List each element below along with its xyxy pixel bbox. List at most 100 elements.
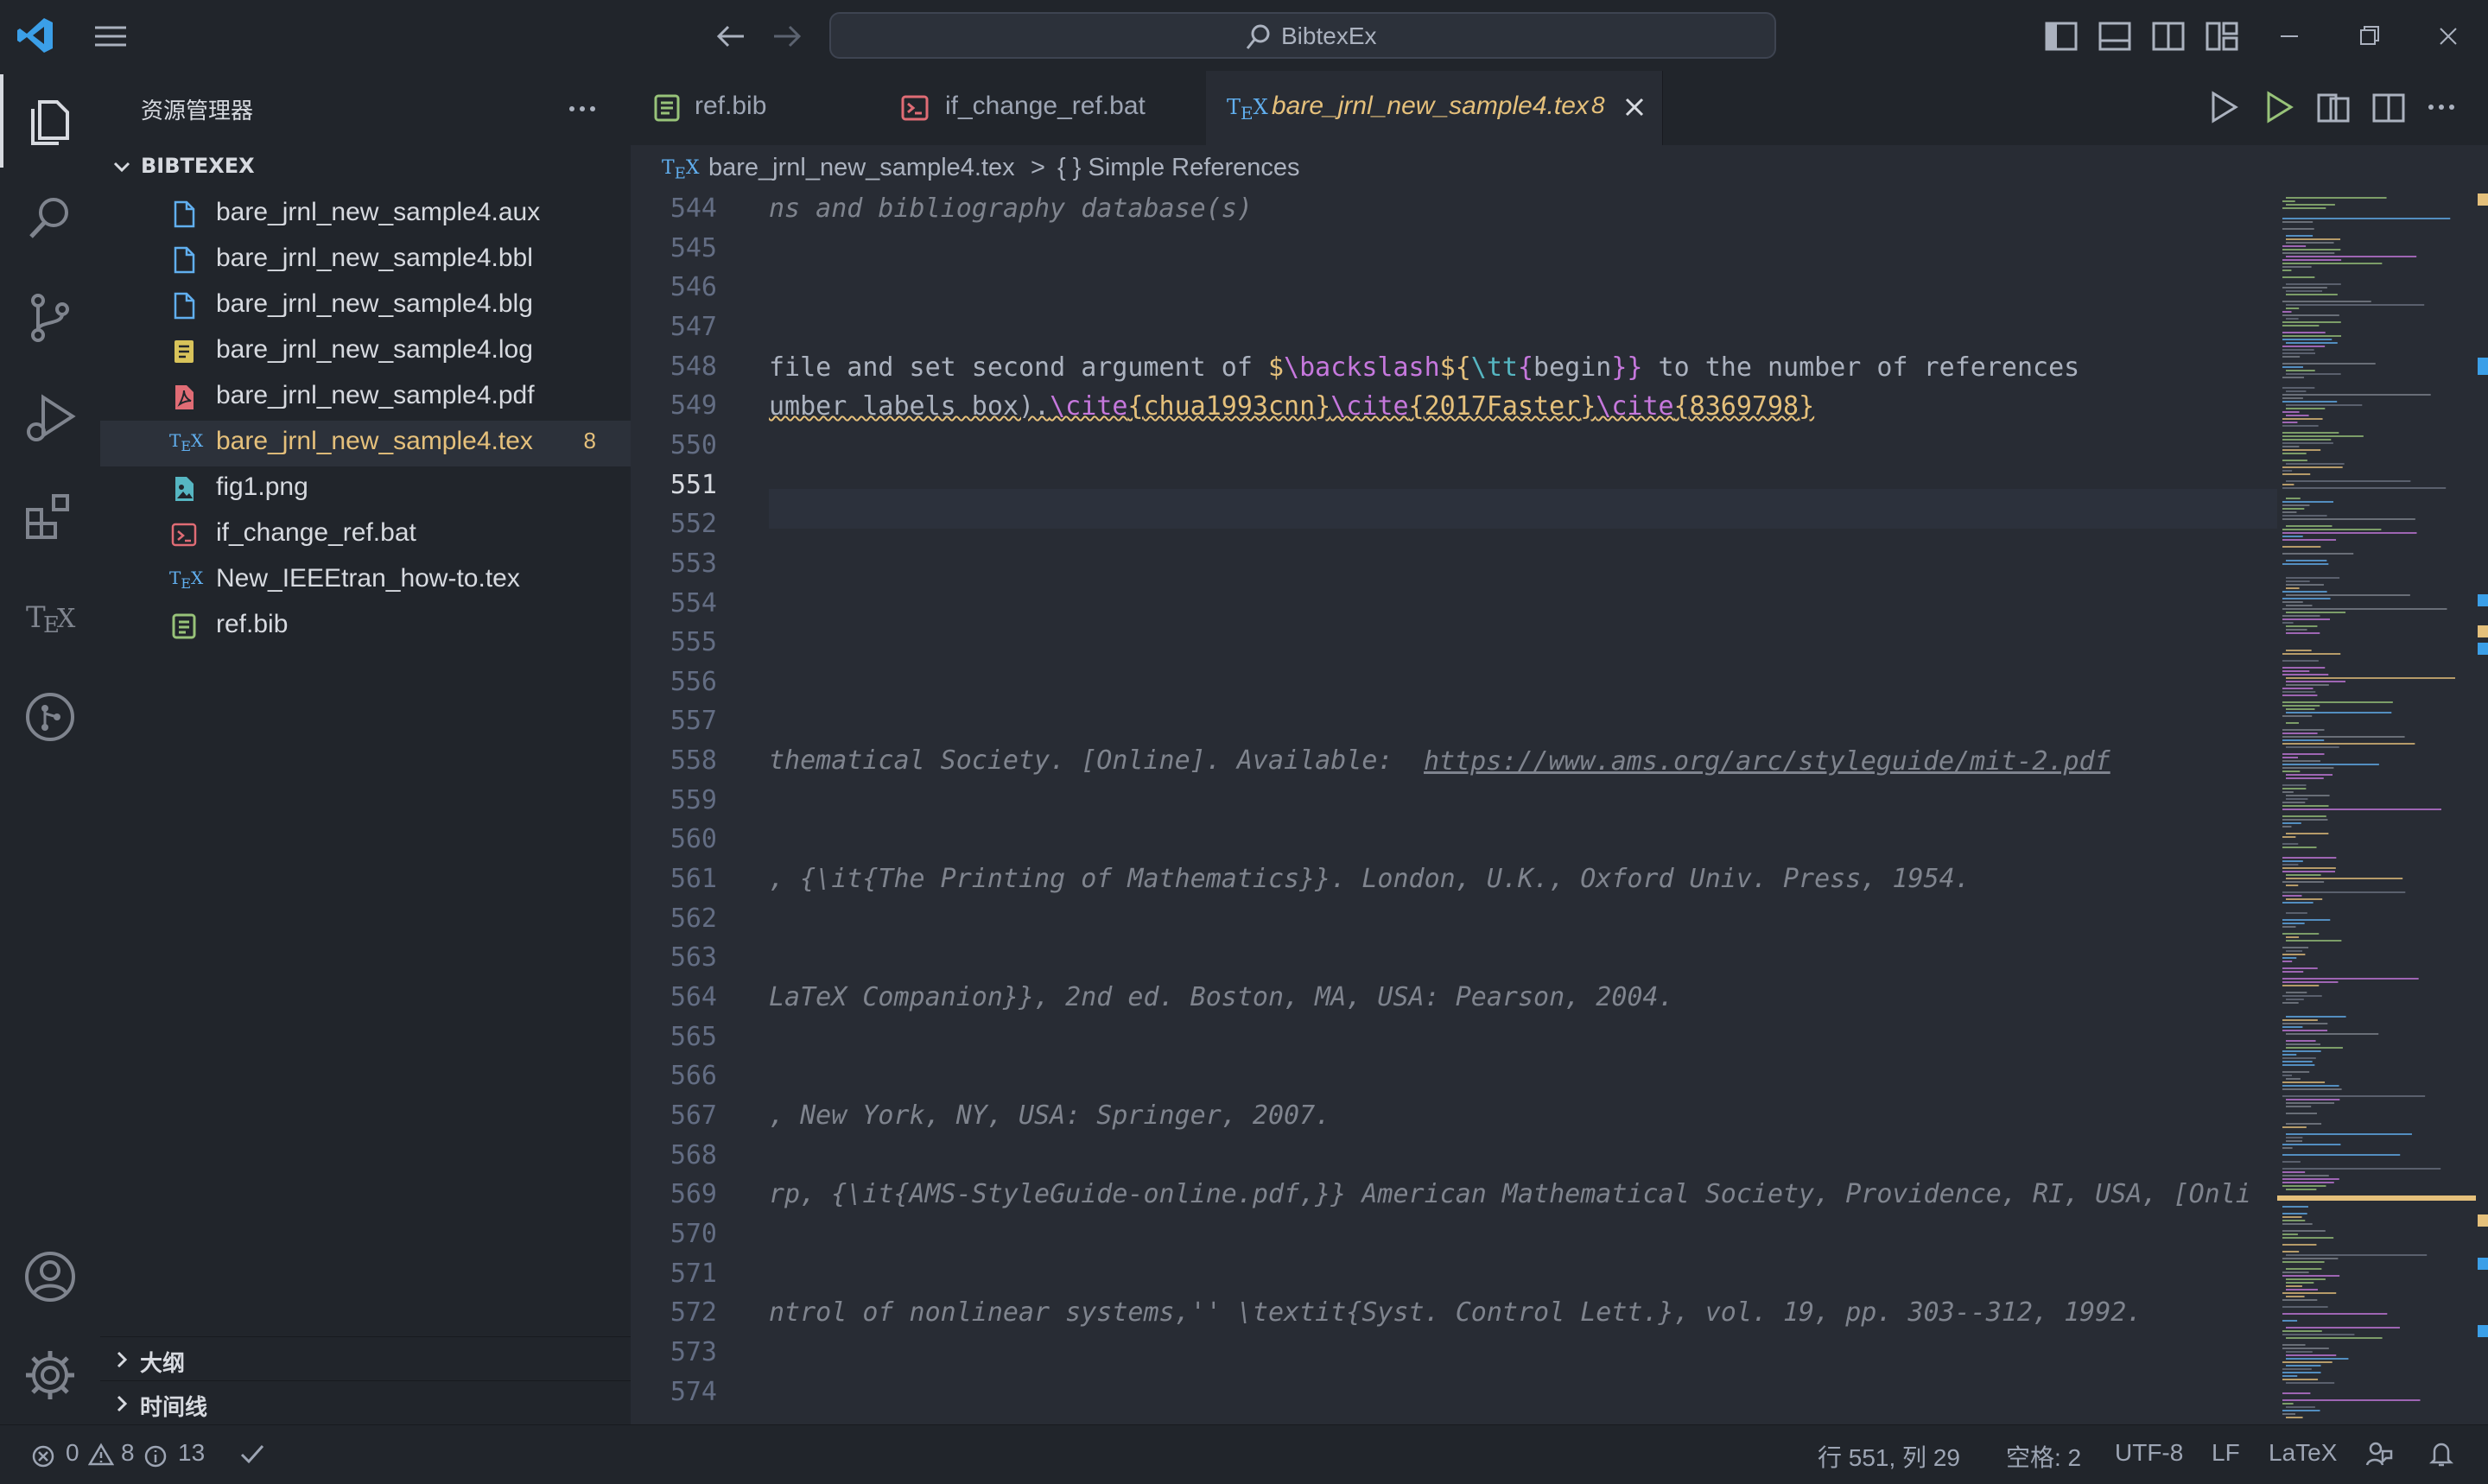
breadcrumb-file[interactable]: bare_jrnl_new_sample4.tex — [708, 154, 1015, 182]
minimap-line — [2282, 881, 2325, 883]
chevron-down-icon — [111, 155, 133, 178]
minimap-line — [2282, 394, 2431, 396]
source-control-icon[interactable] — [21, 289, 79, 347]
file-tree-item[interactable]: bare_jrnl_new_sample4.log — [100, 329, 631, 375]
minimap-line — [2282, 1088, 2342, 1090]
minimap-line — [2282, 732, 2318, 734]
outline-section[interactable]: 大纲 — [100, 1336, 631, 1382]
view-pdf-icon[interactable] — [2315, 90, 2352, 126]
git-graph-icon[interactable] — [21, 688, 79, 746]
minimap-line — [2282, 860, 2303, 862]
tab-ref-bib[interactable]: ref.bib — [631, 71, 879, 145]
build-latex-icon[interactable] — [2262, 88, 2296, 126]
minimap-line — [2286, 1016, 2346, 1018]
file-tree-item[interactable]: if_change_ref.bat — [100, 512, 631, 558]
minimap-line — [2286, 318, 2299, 320]
toggle-primary-sidebar-icon[interactable] — [2042, 17, 2080, 55]
forward-arrow-icon[interactable] — [767, 17, 805, 55]
brace: { — [1408, 391, 1425, 422]
explorer-icon[interactable] — [21, 90, 79, 149]
file-tree-item[interactable]: fig1.png — [100, 466, 631, 512]
editor-more-actions-icon[interactable] — [2424, 90, 2459, 124]
minimap-line — [2282, 729, 2325, 731]
file-tree-item[interactable]: ref.bib — [100, 604, 631, 650]
run-icon[interactable] — [2206, 88, 2241, 126]
minimap-line — [2282, 532, 2417, 534]
run-debug-icon[interactable] — [21, 389, 79, 447]
tab-if-change-ref-bat[interactable]: if_change_ref.bat — [878, 71, 1207, 145]
restore-icon[interactable] — [2350, 17, 2388, 55]
minimap-line — [2286, 373, 2341, 375]
cursor-position[interactable]: 行 551, 列 29 — [1818, 1439, 1960, 1474]
minimap-line — [2282, 809, 2441, 810]
minimap-line — [2282, 1403, 2294, 1405]
current-line-highlight — [769, 489, 2277, 529]
minimap-line — [2282, 508, 2305, 510]
vertical-scrollbar[interactable] — [2476, 193, 2488, 1424]
folder-header[interactable]: BIBTEXEX — [100, 145, 631, 190]
account-icon[interactable] — [21, 1247, 79, 1306]
minimap-line — [2282, 805, 2329, 807]
file-tree-item[interactable]: TEX New_IEEEtran_how-to.tex — [100, 558, 631, 604]
active-view-indicator — [0, 74, 3, 168]
close-tab-icon[interactable] — [1619, 92, 1650, 123]
minimap-line — [2286, 1133, 2412, 1135]
split-editor-icon[interactable] — [2371, 90, 2407, 126]
code-text: begin — [1533, 352, 1612, 383]
minimap-line — [2282, 670, 2310, 672]
file-tree-item[interactable]: bare_jrnl_new_sample4.bbl — [100, 238, 631, 283]
more-actions-icon[interactable] — [565, 93, 600, 124]
file-tree-item[interactable]: bare_jrnl_new_sample4.aux — [100, 192, 631, 238]
minimap-line — [2286, 1033, 2379, 1035]
minimap[interactable] — [2277, 193, 2476, 1424]
tab-label: bare_jrnl_new_sample4.tex — [1272, 92, 1589, 120]
minimap-line — [2282, 1002, 2299, 1004]
toggle-secondary-sidebar-icon[interactable] — [2149, 17, 2187, 55]
minimap-line — [2282, 245, 2307, 247]
minimap-line — [2282, 311, 2292, 313]
settings-gear-icon[interactable] — [21, 1346, 79, 1405]
encoding[interactable]: UTF-8 — [2115, 1439, 2183, 1467]
line-number: 558 — [670, 745, 717, 777]
notifications-bell-icon[interactable] — [2428, 1439, 2455, 1468]
file-tree-item[interactable]: bare_jrnl_new_sample4.blg — [100, 283, 631, 329]
minimap-line — [2286, 1282, 2314, 1284]
minimap-line — [2286, 774, 2333, 776]
language-mode[interactable]: LaTeX — [2269, 1439, 2337, 1467]
code-editor[interactable]: 544 545 546 547 548 549 550 551 552 553 554 555 556 5… — [631, 193, 2277, 1424]
minimap-line — [2282, 425, 2319, 427]
end-of-line[interactable]: LF — [2212, 1439, 2240, 1467]
minimize-icon[interactable] — [2270, 17, 2308, 55]
tex-workshop-icon[interactable]: TEX — [21, 587, 79, 646]
minimap-line — [2282, 615, 2320, 617]
indentation[interactable]: 空格: 2 — [2006, 1439, 2081, 1474]
code-url-link[interactable]: https://www.ams.org/arc/styleguide/mit-2… — [1424, 746, 2110, 777]
command-center-search[interactable]: BibtexEx — [829, 12, 1776, 59]
close-window-icon[interactable] — [2429, 17, 2467, 55]
minimap-line — [2282, 978, 2419, 980]
minimap-line — [2286, 580, 2310, 582]
extensions-icon[interactable] — [21, 487, 79, 546]
check-icon[interactable] — [238, 1441, 266, 1467]
file-tree-item[interactable]: TEX bare_jrnl_new_sample4.tex 8 — [100, 421, 631, 466]
feedback-icon[interactable] — [2364, 1439, 2393, 1468]
file-tree-item[interactable]: bare_jrnl_new_sample4.pdf — [100, 375, 631, 421]
minimap-line — [2282, 1081, 2326, 1083]
timeline-section[interactable]: 时间线 — [100, 1380, 631, 1426]
minimap-line — [2286, 625, 2318, 627]
search-icon[interactable] — [21, 188, 79, 247]
problems-indicator[interactable]: 0 8 13 — [31, 1437, 213, 1472]
tab-bare-jrnl-new-sample4-tex[interactable]: TEX bare_jrnl_new_sample4.tex 8 — [1206, 71, 1663, 145]
minimap-line — [2282, 1244, 2317, 1246]
cite-key: 2017Faster — [1424, 391, 1581, 422]
menu-icon[interactable] — [92, 17, 130, 55]
problem-count-badge: 8 — [583, 428, 596, 453]
minimap-line — [2282, 954, 2306, 955]
customize-layout-icon[interactable] — [2203, 17, 2241, 55]
minimap-line — [2282, 1126, 2307, 1128]
breadcrumb-separator: > — [1031, 154, 1045, 181]
toggle-panel-icon[interactable] — [2096, 17, 2134, 55]
minimap-line — [2286, 1078, 2301, 1080]
breadcrumb-symbol[interactable]: { } Simple References — [1057, 154, 1299, 182]
back-arrow-icon[interactable] — [713, 17, 751, 55]
